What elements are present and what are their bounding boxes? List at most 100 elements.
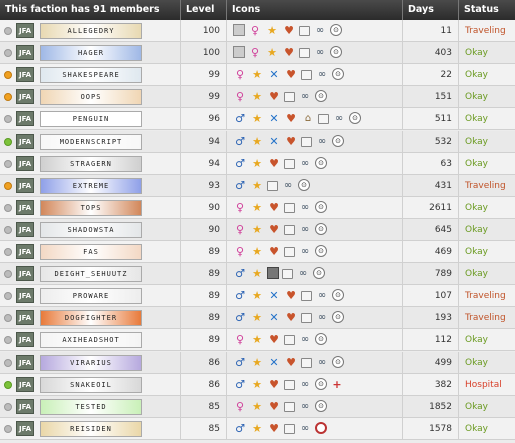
briefcase-icon[interactable]: [284, 401, 295, 412]
education-icon[interactable]: ⊙: [315, 222, 327, 235]
table-row[interactable]: JFA PROWARE 89 ♂ ★ ✕ ♥ ∞ ⊙ 107 Traveling: [0, 285, 515, 308]
table-row[interactable]: JFA DEIGHT_SEHUUTZ 89 ♂ ★ ∞ ⊙ 789 Okay: [0, 263, 515, 286]
education-icon[interactable]: ⊙: [332, 355, 344, 368]
star-icon[interactable]: ★: [250, 201, 264, 215]
table-row[interactable]: JFA VIRARIUS 86 ♂ ★ ✕ ♥ ∞ ⊙ 499 Okay: [0, 351, 515, 374]
education-icon[interactable]: ⊙: [330, 24, 342, 36]
female-icon[interactable]: ♀: [233, 333, 247, 347]
heart-icon[interactable]: ♥: [267, 223, 281, 237]
education-icon[interactable]: ⊙: [298, 178, 310, 191]
male-icon[interactable]: ♂: [233, 289, 247, 303]
member-name-link[interactable]: PROWARE: [40, 288, 142, 305]
star-icon[interactable]: ★: [250, 311, 264, 325]
table-row[interactable]: JFA SNAKEOIL 86 ♂ ★ ♥ ∞ ⊙ +382 Hospital: [0, 373, 515, 396]
member-name-link[interactable]: ALLEGEDRY: [40, 23, 142, 39]
male-icon[interactable]: ♂: [233, 422, 247, 436]
member-name-link[interactable]: AXIHEADSHOT: [40, 332, 142, 349]
star-icon[interactable]: ★: [250, 400, 264, 414]
star-icon[interactable]: ★: [250, 157, 264, 171]
header-days[interactable]: Days: [403, 0, 459, 20]
male-icon[interactable]: ♂: [233, 179, 247, 193]
faction-tag[interactable]: JFA: [16, 398, 34, 414]
education-icon[interactable]: ⊙: [330, 46, 342, 59]
member-name-link[interactable]: VIRARIUS: [40, 354, 142, 371]
member-name-link[interactable]: PENGUIN: [40, 111, 142, 128]
briefcase-icon[interactable]: [282, 269, 293, 280]
link-icon[interactable]: ∞: [315, 68, 329, 82]
male-icon[interactable]: ♂: [233, 112, 247, 126]
property-icon[interactable]: [233, 46, 245, 59]
faction-tag[interactable]: JFA: [16, 332, 34, 348]
cross-icon[interactable]: ✕: [267, 311, 281, 325]
star-icon[interactable]: ★: [250, 267, 264, 281]
faction-tag[interactable]: JFA: [16, 89, 34, 105]
faction-tag[interactable]: JFA: [16, 310, 34, 326]
star-icon[interactable]: ★: [250, 112, 264, 126]
education-icon[interactable]: ⊙: [315, 377, 327, 390]
table-row[interactable]: JFA ALLEGEDRY 100 ♀ ★ ♥ ∞ ⊙ 11 Traveling: [0, 20, 515, 43]
education-icon[interactable]: ⊙: [315, 90, 327, 103]
female-icon[interactable]: ♀: [233, 245, 247, 259]
table-row[interactable]: JFA PENGUIN 96 ♂ ★ ✕ ♥ ⌂ ∞ ⊙ 511 Okay: [0, 108, 515, 131]
table-row[interactable]: JFA FAS 89 ♀ ★ ♥ ∞ ⊙ 469 Okay: [0, 241, 515, 264]
heart-icon[interactable]: ♥: [267, 400, 281, 414]
cross-icon[interactable]: ✕: [267, 289, 281, 303]
briefcase-icon[interactable]: [301, 357, 312, 368]
briefcase-icon[interactable]: [318, 114, 329, 125]
member-name-link[interactable]: DEIGHT_SEHUUTZ: [40, 266, 142, 283]
briefcase-icon[interactable]: [301, 136, 312, 147]
header-status[interactable]: Status: [459, 0, 515, 20]
female-icon[interactable]: ♀: [248, 46, 262, 60]
link-icon[interactable]: ∞: [315, 356, 329, 370]
jail-icon[interactable]: [267, 267, 279, 280]
education-icon[interactable]: ⊙: [315, 245, 327, 257]
heart-icon[interactable]: ♥: [267, 201, 281, 215]
table-row[interactable]: JFA TOPS 90 ♀ ★ ♥ ∞ ⊙ 2611 Okay: [0, 196, 515, 219]
heart-icon[interactable]: ♥: [284, 135, 298, 149]
member-name-link[interactable]: SHADOWSTA: [40, 221, 142, 238]
star-icon[interactable]: ★: [250, 333, 264, 347]
member-name-link[interactable]: SNAKEOIL: [40, 376, 142, 393]
link-icon[interactable]: ∞: [298, 90, 312, 104]
faction-tag[interactable]: JFA: [16, 133, 34, 149]
education-icon[interactable]: ⊙: [332, 68, 344, 81]
star-icon[interactable]: ★: [250, 223, 264, 237]
female-icon[interactable]: ♀: [233, 90, 247, 104]
faction-tag[interactable]: JFA: [16, 199, 34, 215]
faction-tag[interactable]: JFA: [16, 221, 34, 237]
member-name-link[interactable]: OOPS: [40, 89, 142, 106]
briefcase-icon[interactable]: [284, 247, 295, 257]
header-level[interactable]: Level: [181, 0, 227, 20]
cross-icon[interactable]: ✕: [267, 135, 281, 149]
education-icon[interactable]: ⊙: [315, 156, 327, 169]
star-icon[interactable]: ★: [265, 24, 279, 38]
female-icon[interactable]: ♀: [233, 68, 247, 82]
faction-tag[interactable]: JFA: [16, 420, 34, 436]
table-row[interactable]: JFA EXTREME 93 ♂ ★ ∞ ⊙ 431 Traveling: [0, 174, 515, 197]
table-row[interactable]: JFA DOGFIGHTER 89 ♂ ★ ✕ ♥ ∞ ⊙ 193 Traveling: [0, 307, 515, 330]
heart-icon[interactable]: ♥: [284, 112, 298, 126]
faction-tag[interactable]: JFA: [16, 111, 34, 127]
faction-tag[interactable]: JFA: [16, 23, 34, 38]
member-name-link[interactable]: DOGFIGHTER: [40, 310, 142, 327]
star-icon[interactable]: ★: [250, 135, 264, 149]
member-name-link[interactable]: TESTED: [40, 398, 142, 415]
briefcase-icon[interactable]: [267, 180, 278, 191]
briefcase-icon[interactable]: [284, 423, 295, 434]
member-name-link[interactable]: HAGER: [40, 45, 142, 62]
male-icon[interactable]: ♂: [233, 135, 247, 149]
male-icon[interactable]: ♂: [233, 311, 247, 325]
link-icon[interactable]: ∞: [298, 201, 312, 215]
member-name-link[interactable]: MODERNSCRIPT: [40, 133, 142, 150]
briefcase-icon[interactable]: [284, 379, 295, 390]
faction-tag[interactable]: JFA: [16, 288, 34, 304]
link-icon[interactable]: ∞: [298, 245, 312, 259]
heart-icon[interactable]: ♥: [284, 68, 298, 82]
table-row[interactable]: JFA REISIDEN 85 ♂ ★ ♥ ∞ 1578 Okay: [0, 417, 515, 440]
heart-icon[interactable]: ♥: [267, 245, 281, 259]
faction-tag[interactable]: JFA: [16, 354, 34, 370]
education-icon[interactable]: ⊙: [315, 200, 327, 213]
member-name-link[interactable]: REISIDEN: [40, 420, 142, 437]
education-icon[interactable]: ⊙: [313, 267, 325, 280]
heart-icon[interactable]: ♥: [267, 90, 281, 104]
